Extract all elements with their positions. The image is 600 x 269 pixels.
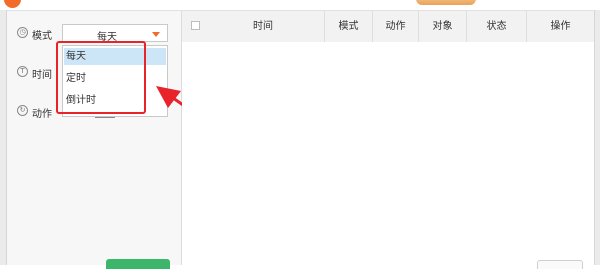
column-header-status: 状态 [466, 11, 526, 42]
table-header: 时间 模式 动作 对象 状态 操作 [182, 11, 594, 43]
column-header-action: 动作 [372, 11, 418, 42]
select-all-checkbox[interactable] [191, 21, 200, 30]
task-table-body [182, 42, 594, 265]
column-header-mode: 模式 [324, 11, 372, 42]
column-header-time: 时间 [253, 21, 273, 32]
column-header-target: 对象 [418, 11, 466, 42]
confirm-button[interactable] [106, 259, 170, 269]
column-header-operation: 操作 [526, 11, 594, 42]
